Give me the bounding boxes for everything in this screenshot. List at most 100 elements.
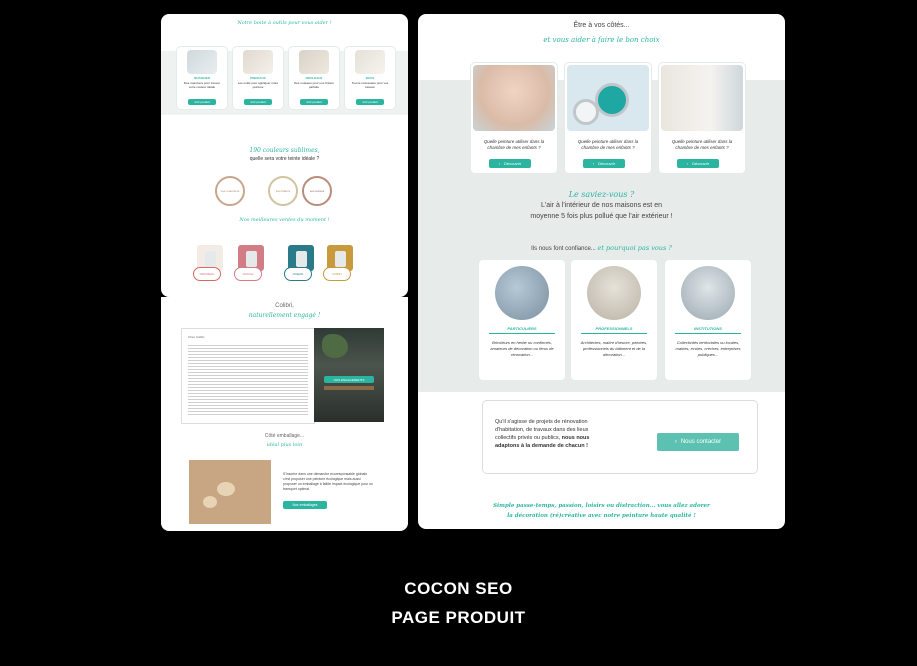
swatch-nuanciers[interactable]: Les nuanciers <box>215 176 245 206</box>
tool-image <box>355 50 385 74</box>
colibri-photo <box>314 328 384 422</box>
tool-button[interactable]: Voir produit <box>244 99 272 105</box>
tool-label: NUANCIER <box>194 76 210 80</box>
card-text: Quelle peinture utiliser dans la chambre… <box>483 139 545 150</box>
chevron-right-icon: › <box>498 161 501 166</box>
paint-can-icon <box>335 251 346 267</box>
tool-desc: Tout le nécessaire pour vos travaux <box>351 81 389 89</box>
advice-card[interactable]: Quelle peinture utiliser dans la chambre… <box>470 62 558 174</box>
card-button-label: Découvrir <box>692 161 710 166</box>
audience-card[interactable]: INSTITUTIONS Collectivités territoriales… <box>664 259 752 381</box>
tool-button[interactable]: Voir produit <box>188 99 216 105</box>
cta-text: Qu'il s'agisse de projets de rénovation … <box>495 418 625 450</box>
card-button[interactable]: › Découvrir <box>677 159 719 168</box>
card-image-window <box>661 65 743 131</box>
paint-can-icon <box>246 251 257 267</box>
paint-can-icon <box>205 251 216 267</box>
product-tile[interactable]: NOUVEAU <box>193 245 229 281</box>
product-tile[interactable]: CURRY <box>323 245 359 281</box>
packaging-button[interactable]: Nos emballages <box>283 501 327 509</box>
tool-button[interactable]: Voir produit <box>356 99 384 105</box>
tool-card[interactable]: BACS Tout le nécessaire pour vos travaux… <box>344 46 396 110</box>
tools-heading: Notre boite à outils pour vous aider ! <box>237 20 332 26</box>
leaf-shape <box>203 496 217 508</box>
product-tile[interactable]: OCEAN <box>284 245 320 281</box>
advice-card[interactable]: Quelle peinture utiliser dans la chambre… <box>564 62 652 174</box>
colibri-textbox: Chez Colibri, <box>181 328 315 424</box>
audience-divider <box>581 333 647 334</box>
audience-label: INSTITUTIONS <box>694 326 722 331</box>
plant-shape <box>322 334 348 358</box>
cta-line-3: collectifs privés ou publics, <box>495 435 561 441</box>
fact-script: Le saviez-vous ? <box>568 190 635 199</box>
tool-image <box>299 50 329 74</box>
tool-desc: Des rouleaux pour une finition parfaite <box>294 81 334 89</box>
tool-card[interactable]: PINCEAUX Les outils pour appliquer notre… <box>232 46 284 110</box>
tool-image <box>243 50 273 74</box>
right-panel: Être à vos côtés... et vous aider à fair… <box>418 14 785 529</box>
cta-bold-2: adaptons à la demande de chacun ! <box>495 443 588 449</box>
colibri-script: naturellement engagé ! <box>248 312 321 319</box>
audience-text: Architectes, maître d'œuvre, peintres, p… <box>580 340 648 357</box>
audience-text: Collectivités territoriales ou locales, … <box>675 340 741 357</box>
colibri-text-title: Chez Colibri, <box>188 335 206 339</box>
tool-label: ROULEAUX <box>305 76 323 80</box>
paint-can-shape <box>595 83 629 117</box>
contact-button-label: Nous contacter <box>680 439 722 445</box>
fact-line-1: L'air à l'intérieur de nos maisons est e… <box>541 202 662 209</box>
audience-photo <box>495 266 549 320</box>
audience-card[interactable]: PARTICULIERS Bricoleurs en herbe ou conf… <box>478 259 566 381</box>
footer-line-1: Simple passe-temps, passion, loisirs ou … <box>493 503 710 509</box>
leaf-shape <box>217 482 235 496</box>
product-tile[interactable]: ARGILE <box>234 245 270 281</box>
colors-heading-script: 190 couleurs sublimes, <box>249 147 320 154</box>
intro-script: et vous aider à faire le bon choix <box>543 36 660 44</box>
card-button[interactable]: › Découvrir <box>583 159 625 168</box>
tool-label: PINCEAUX <box>250 76 266 80</box>
swatch-label: Les nuanciers <box>220 189 240 193</box>
chevron-right-icon: › <box>592 161 595 166</box>
caption-line-2: PAGE PRODUIT <box>391 608 526 627</box>
contact-button[interactable]: › Nous contacter <box>657 433 739 451</box>
left-panel-bottom: Colibri, naturellement engagé ! Chez Col… <box>161 297 408 531</box>
tool-button[interactable]: Voir produit <box>300 99 328 105</box>
tool-card[interactable]: NUANCIER Des nuanciers pour trouver votr… <box>176 46 228 110</box>
product-label: CURRY <box>323 267 351 281</box>
tool-label: BACS <box>365 76 375 80</box>
swatch-teintes[interactable]: Les teintes <box>302 176 332 206</box>
tool-card[interactable]: ROULEAUX Des rouleaux pour une finition … <box>288 46 340 110</box>
engagements-button[interactable]: NOS ENGAGEMENTS <box>324 376 374 383</box>
swatch-blancs[interactable]: Les blancs <box>268 176 298 206</box>
audience-label: PROFESSIONNELS <box>595 326 633 331</box>
audience-label: PARTICULIERS <box>507 326 537 331</box>
card-button[interactable]: › Découvrir <box>489 159 531 168</box>
card-text: Quelle peinture utiliser dans la chambre… <box>577 139 639 150</box>
cta-bold-1: nous nous <box>561 435 590 441</box>
packaging-text: S'inscrire dans une démarche écoresponsa… <box>283 472 374 491</box>
fact-line-2: moyenne 5 fois plus pollué que l'air ext… <box>530 213 673 220</box>
footer-line-2: la décoration (ré)créative avec notre pe… <box>507 513 696 519</box>
trust-text: Ils nous font confiance... <box>531 246 596 252</box>
audience-card[interactable]: PROFESSIONNELS Architectes, maître d'œuv… <box>570 259 658 381</box>
audience-divider <box>489 333 555 334</box>
cta-box: Qu'il s'agisse de projets de rénovation … <box>482 400 758 474</box>
colibri-text-lines <box>188 343 308 415</box>
swatch-label: Les blancs <box>275 189 291 193</box>
tool-desc: Des nuanciers pour trouver votre couleur… <box>183 81 221 89</box>
product-label: ARGILE <box>234 267 262 281</box>
packaging-photo <box>189 460 271 524</box>
tool-desc: Les outils pour appliquer notre peinture <box>237 81 279 89</box>
left-panel-top: Notre boite à outils pour vous aider ! N… <box>161 14 408 297</box>
colors-heading: quelle sera votre teinte idéale ? <box>249 156 320 162</box>
advice-card[interactable]: Quelle peinture utiliser dans la chambre… <box>658 62 746 174</box>
card-button-label: Découvrir <box>504 161 522 166</box>
caption-line-1: COCON SEO <box>404 579 513 598</box>
product-label: OCEAN <box>284 267 312 281</box>
chevron-right-icon: › <box>686 161 689 166</box>
bestsellers-heading: Nos meilleures ventes du moment ! <box>239 217 330 223</box>
card-image-paint <box>567 65 649 131</box>
audience-photo <box>681 266 735 320</box>
audience-divider <box>675 333 741 334</box>
intro-heading: Être à vos côtés... <box>573 22 630 29</box>
card-image-baby <box>473 65 555 131</box>
